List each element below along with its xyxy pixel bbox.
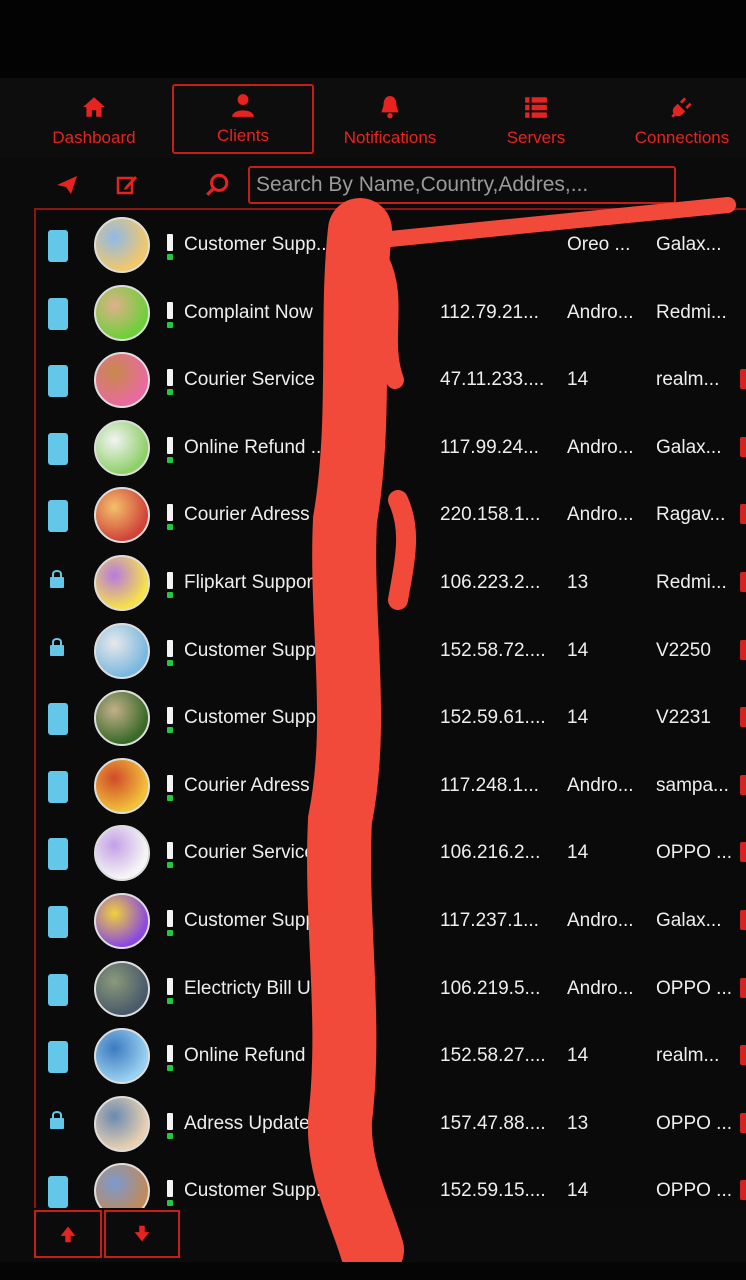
redaction-scribble [307, 197, 736, 1280]
bottom-bezel [0, 1262, 746, 1280]
scroll-up-button[interactable] [34, 1210, 102, 1258]
arrow-up-icon [60, 1226, 76, 1243]
scroll-down-button[interactable] [104, 1210, 180, 1258]
app-window: Dashboard Clients Notifications Servers … [0, 0, 746, 1280]
arrow-down-icon [134, 1225, 150, 1242]
